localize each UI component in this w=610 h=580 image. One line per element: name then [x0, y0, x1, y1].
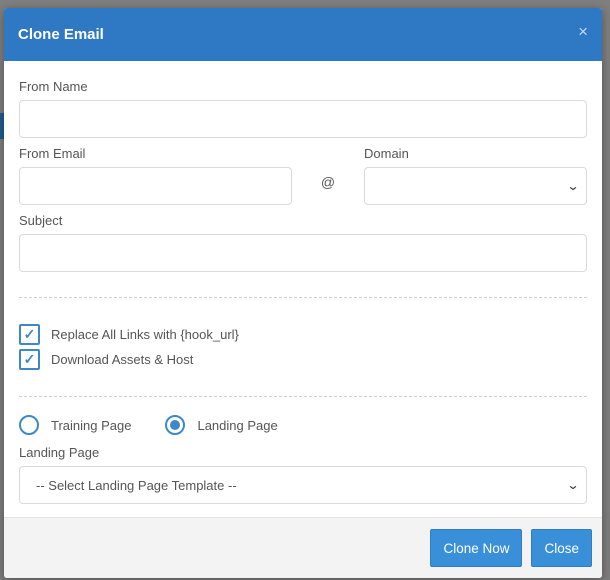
replace-links-checkbox[interactable]: ✓: [19, 324, 40, 345]
check-icon: ✓: [23, 351, 36, 367]
from-email-row: From Email @ Domain ⌄: [19, 146, 587, 205]
check-icon: ✓: [23, 326, 36, 342]
chevron-down-icon: ⌄: [566, 179, 580, 193]
close-icon[interactable]: ×: [578, 23, 588, 40]
replace-links-option[interactable]: ✓ Replace All Links with {hook_url}: [19, 324, 587, 345]
modal-header: Clone Email ×: [4, 8, 602, 61]
subject-group: Subject: [19, 213, 587, 272]
from-email-input[interactable]: [19, 167, 292, 205]
landing-page-radio[interactable]: [165, 415, 186, 435]
landing-page-select-value: -- Select Landing Page Template --: [36, 477, 237, 493]
from-name-group: From Name: [19, 79, 587, 138]
clone-email-modal: Clone Email × From Name From Email @ Dom…: [4, 8, 602, 578]
training-page-radio[interactable]: [19, 415, 39, 435]
landing-page-select[interactable]: -- Select Landing Page Template -- ⌄: [19, 466, 587, 504]
divider: [19, 297, 587, 298]
modal-body: From Name From Email @ Domain ⌄ Subject: [4, 61, 602, 504]
landing-page-label: Landing Page: [19, 445, 100, 460]
landing-page-group: Landing Page -- Select Landing Page Temp…: [19, 445, 587, 504]
subject-label: Subject: [19, 213, 63, 228]
from-name-input[interactable]: [19, 100, 587, 138]
landing-page-radio-label: Landing Page: [197, 417, 278, 433]
from-email-label: From Email: [19, 146, 86, 161]
training-page-label: Training Page: [51, 417, 132, 433]
domain-group: Domain ⌄: [364, 146, 587, 205]
subject-input[interactable]: [19, 234, 587, 272]
from-name-label: From Name: [19, 79, 88, 94]
domain-label: Domain: [364, 146, 409, 161]
chevron-down-icon: ⌄: [566, 478, 580, 492]
replace-links-label: Replace All Links with {hook_url}: [51, 327, 239, 342]
at-sign: @: [320, 174, 336, 190]
page-type-radios: Training Page Landing Page: [19, 415, 587, 435]
domain-select[interactable]: ⌄: [364, 167, 587, 205]
divider: [19, 396, 587, 397]
download-assets-option[interactable]: ✓ Download Assets & Host: [19, 349, 587, 370]
from-email-group: From Email: [19, 146, 292, 205]
modal-title: Clone Email: [18, 26, 104, 43]
download-assets-label: Download Assets & Host: [51, 352, 194, 367]
modal-footer: Clone Now Close: [4, 517, 602, 578]
close-button[interactable]: Close: [531, 529, 592, 567]
radio-selected-dot: [170, 420, 181, 430]
download-assets-checkbox[interactable]: ✓: [19, 349, 40, 370]
clone-now-button[interactable]: Clone Now: [430, 529, 523, 567]
